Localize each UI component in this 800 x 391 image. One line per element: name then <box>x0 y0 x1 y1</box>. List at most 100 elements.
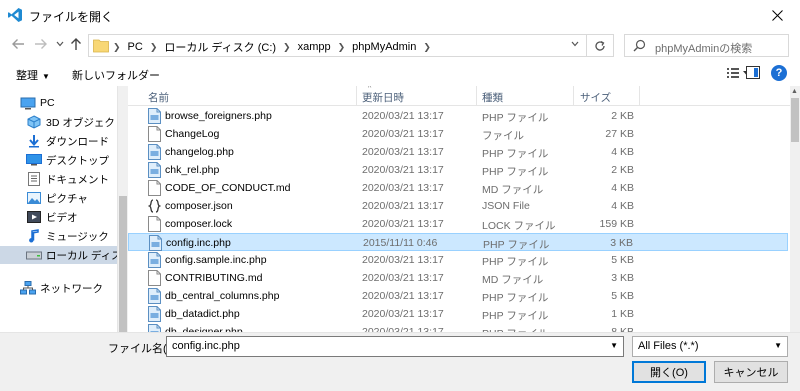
column-divider[interactable] <box>476 86 477 106</box>
address-bar[interactable]: ❯ PC ❯ ローカル ディスク (C:) ❯ xampp ❯ phpMyAdm… <box>88 34 614 57</box>
chevron-right-icon[interactable]: ❯ <box>423 42 431 53</box>
arrow-up-icon <box>71 38 81 50</box>
column-divider[interactable] <box>639 86 640 106</box>
3d-objects-icon <box>26 115 42 129</box>
file-row[interactable]: browse_foreigners.php 2020/03/21 13:17 PHP… <box>128 107 788 125</box>
preview-pane-icon <box>746 66 760 79</box>
nav-item-videos[interactable]: ビデオ <box>26 208 78 226</box>
scrollbar-thumb[interactable] <box>119 196 127 332</box>
nav-item-label: 3D オブジェクト <box>46 116 118 129</box>
file-row[interactable]: chk_rel.php 2020/03/21 13:17 PHP ファイル 2 KB <box>128 161 788 179</box>
file-row[interactable]: changelog.php 2020/03/21 13:17 PHP ファイル 4 K… <box>128 143 788 161</box>
file-size: 5 KB <box>611 254 634 266</box>
file-row[interactable]: db_designer.php2020/03/21 13:17PHP ファイル8… <box>128 323 788 332</box>
breadcrumb-item[interactable]: phpMyAdmin <box>352 41 416 53</box>
filename-field[interactable]: config.inc.php ▼ <box>166 336 624 357</box>
file-icon <box>148 126 161 142</box>
vscode-icon <box>8 8 22 22</box>
forward-button[interactable] <box>33 36 49 52</box>
php-file-icon <box>148 324 161 332</box>
nav-item-pc[interactable]: PC <box>20 94 55 112</box>
file-row[interactable]: db_central_columns.php 2020/03/21 13:17 PH… <box>128 287 788 305</box>
filename-value[interactable]: config.inc.php <box>172 340 240 352</box>
organize-button[interactable]: 整理 ▼ <box>16 67 50 83</box>
chevron-right-icon[interactable]: ❯ <box>338 42 346 53</box>
preview-pane-button[interactable] <box>746 66 760 82</box>
breadcrumb-item[interactable]: xampp <box>298 41 331 53</box>
scroll-up-icon[interactable]: ▲ <box>791 88 798 95</box>
file-name: CONTRIBUTING.md <box>165 272 263 284</box>
nav-item-pictures[interactable]: ピクチャ <box>26 189 88 207</box>
file-date: 2015/11/11 0:46 <box>363 237 438 249</box>
file-size: 2 KB <box>611 110 634 122</box>
new-folder-button[interactable]: 新しいフォルダー <box>72 67 160 83</box>
file-name: db_datadict.php <box>165 308 240 320</box>
file-row[interactable]: composer.lock 2020/03/21 13:17 LOCK ファイル 15… <box>128 215 788 233</box>
php-file-icon <box>148 144 161 160</box>
file-row[interactable]: db_datadict.php 2020/03/21 13:17 PHP ファイル 1… <box>128 305 788 323</box>
file-row[interactable]: config.sample.inc.php 2020/03/21 13:17 PHP… <box>128 251 788 269</box>
file-name: ChangeLog <box>165 128 220 140</box>
open-button[interactable]: 開く(O) <box>632 361 706 383</box>
column-type[interactable]: 種類 <box>482 90 503 105</box>
nav-item-desktop[interactable]: デスクトップ <box>26 151 109 169</box>
json-file-icon <box>147 198 162 214</box>
up-button[interactable] <box>68 36 84 52</box>
close-button[interactable] <box>754 0 800 30</box>
search-input[interactable]: phpMyAdminの検索 <box>624 34 789 57</box>
back-button[interactable] <box>10 36 26 52</box>
file-type: PHP ファイル <box>482 292 549 304</box>
arrow-left-icon <box>12 39 24 49</box>
breadcrumb-item[interactable]: PC <box>128 41 143 53</box>
file-type: LOCK ファイル <box>482 220 556 232</box>
file-row[interactable]: composer.json 2020/03/21 13:17 JSON File 4 … <box>128 197 788 215</box>
column-name[interactable]: 名前 <box>148 90 169 105</box>
file-type: MD ファイル <box>482 184 544 196</box>
breadcrumb-item[interactable]: ローカル ディスク (C:) <box>164 39 276 55</box>
nav-pane-scrollbar[interactable] <box>118 86 128 332</box>
nav-item-documents[interactable]: ドキュメント <box>26 170 109 188</box>
file-row[interactable]: CODE_OF_CONDUCT.md 2020/03/21 13:17 MD ファイ… <box>128 179 788 197</box>
file-type: PHP ファイル <box>482 256 549 268</box>
breadcrumb: ❯ PC ❯ ローカル ディスク (C:) ❯ xampp ❯ phpMyAdm… <box>113 39 438 55</box>
nav-item-network[interactable]: ネットワーク <box>20 279 103 297</box>
column-divider[interactable] <box>573 86 574 106</box>
nav-item-local-disk[interactable]: ローカル ディスク (C <box>0 246 117 264</box>
recent-locations-button[interactable] <box>52 36 68 52</box>
chevron-right-icon[interactable]: ❯ <box>283 42 291 53</box>
file-list-scrollbar[interactable]: ▲ <box>790 86 800 332</box>
column-date[interactable]: 更新日時 <box>362 90 404 105</box>
nav-item-music[interactable]: ミュージック <box>26 227 109 245</box>
refresh-icon <box>595 40 605 51</box>
nav-item-downloads[interactable]: ダウンロード <box>26 132 109 150</box>
chevron-right-icon[interactable]: ❯ <box>150 42 158 53</box>
php-file-icon <box>148 108 161 124</box>
column-size[interactable]: サイズ <box>580 90 611 105</box>
network-icon <box>20 281 36 295</box>
arrow-right-icon <box>35 39 47 49</box>
command-toolbar: 整理 ▼ 新しいフォルダー ? <box>0 60 800 86</box>
chevron-down-icon <box>56 41 64 47</box>
help-icon: ? <box>775 67 783 79</box>
desktop-icon <box>26 153 42 167</box>
file-size: 27 KB <box>605 128 634 140</box>
refresh-button[interactable] <box>586 35 613 56</box>
nav-item-label: PC <box>40 97 55 109</box>
file-type-select[interactable]: All Files (*.*) ▼ <box>632 336 788 357</box>
file-row[interactable]: config.inc.php 2015/11/11 0:46 PHP ファイル 3 K… <box>128 233 788 251</box>
cancel-button[interactable]: キャンセル <box>714 361 788 383</box>
nav-item-3d-objects[interactable]: 3D オブジェクト <box>26 113 118 131</box>
file-size: 4 KB <box>611 200 634 212</box>
file-row[interactable]: ChangeLog 2020/03/21 13:17 ファイル 27 KB <box>128 125 788 143</box>
dialog-footer: ファイル名(N): config.inc.php ▼ All Files (*.… <box>0 332 800 391</box>
scrollbar-thumb[interactable] <box>791 98 799 142</box>
chevron-down-icon[interactable] <box>571 41 579 47</box>
search-icon <box>633 39 646 52</box>
php-file-icon <box>148 288 161 304</box>
file-date: 2020/03/21 13:17 <box>362 200 444 212</box>
chevron-down-icon[interactable]: ▼ <box>610 341 618 350</box>
file-row[interactable]: CONTRIBUTING.md 2020/03/21 13:17 MD ファイル 3 … <box>128 269 788 287</box>
file-type: ファイル <box>482 130 524 142</box>
help-button[interactable]: ? <box>771 65 787 81</box>
column-divider[interactable] <box>356 86 357 106</box>
